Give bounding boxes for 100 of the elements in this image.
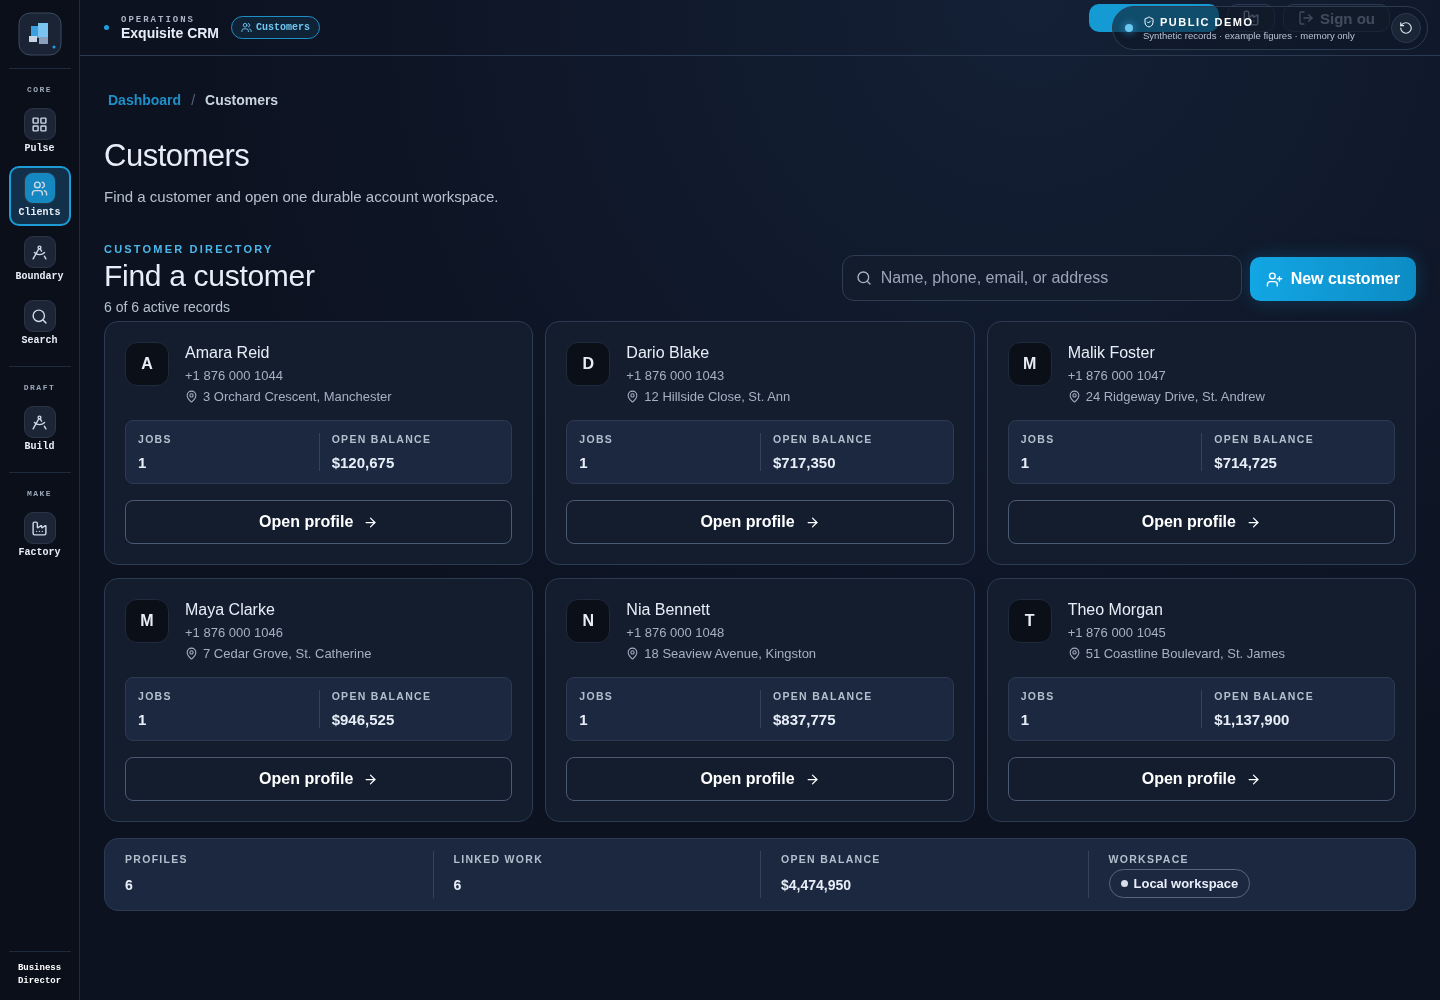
summary-label: PROFILES: [125, 853, 189, 865]
nav-item[interactable]: Factory: [8, 506, 71, 566]
customer-name: Maya Clarke: [185, 601, 276, 619]
grid-icon: [31, 115, 48, 133]
section-title: MAKE: [26, 489, 53, 498]
record-count: 6 of 6 active records: [104, 299, 232, 315]
customer-name: Amara Reid: [185, 344, 271, 362]
breadcrumb-link[interactable]: Dashboard: [108, 92, 182, 108]
stat-value: 1: [579, 711, 589, 728]
open-profile-button[interactable]: Open profile: [566, 500, 954, 544]
avatar: N: [566, 599, 611, 643]
summary-label: WORKSPACE: [1108, 853, 1190, 865]
pulse-dot: [1125, 24, 1133, 32]
stat-value: $717,350: [773, 454, 837, 471]
avatar: T: [1007, 599, 1052, 643]
stat-label: JOBS: [138, 690, 173, 702]
customer-address: 18 Seaview Avenue, Kingston: [644, 646, 817, 661]
arrow-right-icon: [1245, 771, 1261, 787]
customer-name: Malik Foster: [1067, 344, 1156, 362]
avatar: M: [1007, 342, 1052, 386]
stat-label: OPEN BALANCE: [331, 433, 433, 445]
customer-address: 3 Orchard Crescent, Manchester: [203, 389, 392, 404]
section-title: DRAFT: [23, 383, 56, 392]
page-subtitle: Find a customer and open one durable account workspace.: [104, 188, 500, 205]
stat-value: $1,137,900: [1214, 711, 1291, 728]
customer-phone: +1 876 000 1043: [626, 368, 726, 383]
customer-address: 51 Coastline Boulevard, St. James: [1085, 646, 1286, 661]
stat-value: $120,675: [331, 454, 396, 471]
arrow-right-icon: [1245, 514, 1261, 530]
stat-label: JOBS: [1020, 433, 1056, 445]
summary-label: OPEN BALANCE: [781, 853, 882, 865]
app-eyebrow: OPERATIONS: [121, 14, 196, 25]
nav-item[interactable]: Build: [8, 400, 71, 460]
stat-label: JOBS: [138, 433, 173, 445]
customer-phone: +1 876 000 1047: [1067, 368, 1167, 383]
nav-item[interactable]: Search: [8, 294, 71, 354]
stat-value: $837,775: [773, 711, 837, 728]
pin-icon: [1067, 647, 1081, 660]
section-eyebrow: CUSTOMER DIRECTORY: [104, 243, 275, 255]
customer-name: Nia Bennett: [626, 601, 711, 619]
factory-icon: [31, 519, 48, 537]
stat-label: OPEN BALANCE: [1214, 690, 1315, 702]
compass-icon: [31, 413, 48, 431]
stat-label: OPEN BALANCE: [1214, 433, 1315, 445]
customer-address: 7 Cedar Grove, St. Catherine: [203, 646, 372, 661]
sign-out-icon: [1298, 10, 1314, 26]
summary-value: 6: [453, 877, 463, 893]
avatar: D: [566, 342, 611, 386]
stat-label: OPEN BALANCE: [773, 433, 874, 445]
app-title: Exquisite CRM: [121, 24, 219, 41]
open-profile-button[interactable]: Open profile: [125, 757, 513, 801]
stat-label: JOBS: [1020, 690, 1056, 702]
open-profile-button[interactable]: Open profile: [566, 757, 954, 801]
customer-phone: +1 876 000 1046: [185, 625, 284, 640]
users-icon: [241, 22, 252, 33]
user-role: Business Director: [8, 951, 71, 1000]
summary-value: $4,474,950: [781, 877, 853, 893]
demo-title: PUBLIC DEMO: [1143, 15, 1254, 28]
open-profile-button[interactable]: Open profile: [1007, 757, 1395, 801]
breadcrumb-current[interactable]: Customers: [205, 92, 279, 108]
stat-value: 1: [1020, 454, 1030, 471]
pin-icon: [1067, 390, 1081, 403]
section-title: Find a customer: [104, 259, 316, 293]
stat-value: 1: [579, 454, 589, 471]
pin-icon: [626, 390, 640, 403]
stat-value: 1: [138, 711, 148, 728]
search-field[interactable]: Name, phone, email, or address: [841, 255, 1242, 301]
arrow-right-icon: [363, 771, 379, 787]
section-title: CORE: [26, 85, 53, 94]
stat-value: 1: [138, 454, 148, 471]
status-dot: [104, 25, 109, 30]
nav-item[interactable]: Pulse: [8, 102, 71, 162]
logo-icon: [17, 12, 62, 56]
reset-button[interactable]: [1391, 13, 1421, 43]
search-icon: [855, 270, 872, 286]
open-profile-button[interactable]: Open profile: [125, 500, 513, 544]
open-profile-button[interactable]: Open profile: [1007, 500, 1395, 544]
arrow-right-icon: [804, 514, 820, 530]
nav-item[interactable]: Boundary: [8, 230, 71, 290]
breadcrumb-separator: /: [191, 92, 195, 108]
stat-value: $714,725: [1214, 454, 1278, 471]
compass-icon: [31, 243, 48, 261]
arrow-right-icon: [363, 514, 379, 530]
reset-icon: [1399, 21, 1413, 35]
nav-item[interactable]: Clients: [8, 166, 71, 226]
customer-name: Dario Blake: [626, 344, 711, 362]
stat-label: JOBS: [579, 690, 615, 702]
section-chip[interactable]: Customers: [231, 16, 321, 39]
shield-icon: [1143, 15, 1155, 28]
stat-label: JOBS: [579, 433, 615, 445]
summary-label: LINKED WORK: [453, 853, 545, 865]
stat-value: 1: [1020, 711, 1030, 728]
demo-subtitle: Synthetic records · example figures · memory only: [1143, 29, 1356, 41]
stat-label: OPEN BALANCE: [773, 690, 874, 702]
avatar: M: [125, 599, 169, 643]
pin-icon: [626, 647, 640, 660]
pin-icon: [185, 647, 198, 660]
customer-phone: +1 876 000 1048: [626, 625, 726, 640]
summary-value: 6: [125, 877, 134, 893]
users-icon: [31, 179, 48, 197]
